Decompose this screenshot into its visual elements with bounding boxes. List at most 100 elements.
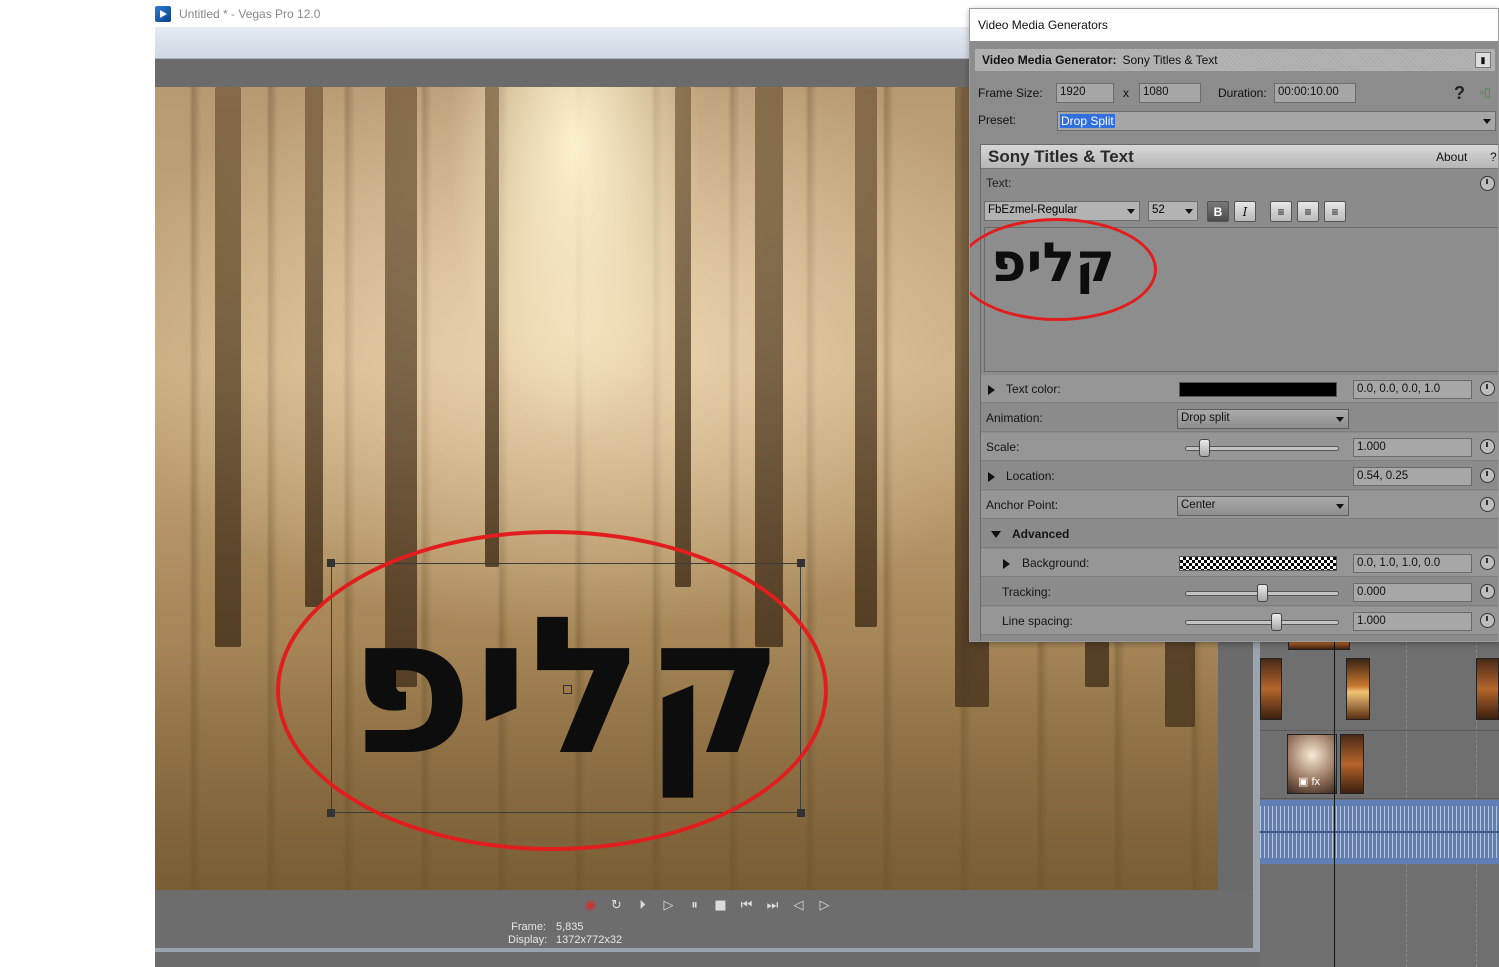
resize-handle-top-right[interactable] (797, 559, 805, 567)
align-right-button[interactable]: ≡ (1324, 201, 1346, 222)
frame-value: 5,835 (556, 921, 584, 933)
bottom-strip (155, 952, 1260, 967)
pause-button[interactable]: ⏸ (686, 896, 704, 914)
animate-clock-icon[interactable] (1480, 613, 1495, 628)
scale-value[interactable]: 1.000 (1353, 438, 1472, 457)
scale-row: Scale: 1.000 (981, 433, 1498, 461)
display-label: Display: (508, 934, 548, 946)
keyframe-animation-icon[interactable]: ▫▯ (1480, 85, 1491, 99)
animate-clock-icon[interactable] (1480, 381, 1495, 396)
play-from-start-button[interactable]: ⏵ (634, 896, 652, 914)
animate-clock-icon[interactable] (1480, 468, 1495, 483)
bold-button[interactable]: B (1207, 201, 1229, 222)
advanced-section-header[interactable]: Advanced (981, 520, 1498, 548)
align-left-button[interactable]: ≡ (1270, 201, 1292, 222)
video-media-generators-window: Video Media Generators Video Media Gener… (969, 8, 1499, 642)
animate-clock-icon[interactable] (1480, 555, 1495, 570)
line-spacing-slider-thumb[interactable] (1271, 613, 1282, 631)
play-button[interactable]: ▷ (660, 896, 678, 914)
timeline-clip[interactable] (1476, 658, 1499, 720)
pan-crop-icon[interactable]: ▣ fx (1298, 775, 1320, 788)
animation-label: Animation: (986, 411, 1043, 425)
timeline-area[interactable]: ▣ fx (1260, 640, 1499, 967)
generator-chain-button[interactable]: ▮ (1475, 52, 1491, 68)
audio-waveform-clip[interactable] (1260, 800, 1499, 864)
tracking-value[interactable]: 0.000 (1353, 583, 1472, 602)
chevron-down-icon[interactable] (1483, 119, 1491, 124)
expand-arrow-icon[interactable] (988, 385, 995, 395)
chevron-down-icon[interactable] (1336, 504, 1344, 509)
scale-slider[interactable] (1185, 439, 1339, 457)
tracking-slider[interactable] (1185, 584, 1339, 602)
expand-arrow-icon[interactable] (1003, 559, 1010, 569)
text-editor[interactable]: קליפ (970, 218, 1498, 372)
track-separator (1260, 730, 1499, 731)
line-spacing-row: Line spacing: 1.000 (981, 607, 1498, 635)
duration-input[interactable]: 00:00:10.00 (1274, 83, 1356, 103)
text-label: Text: (986, 176, 1012, 190)
previous-frame-button[interactable]: ◁ (790, 896, 808, 914)
animate-clock-icon[interactable] (1480, 439, 1495, 454)
align-center-button[interactable]: ≡ (1297, 201, 1319, 222)
loop-playback-button[interactable]: ↻ (608, 896, 626, 914)
timeline-clip[interactable]: ▣ fx (1287, 734, 1337, 794)
chevron-down-icon[interactable] (1336, 417, 1344, 422)
display-value: 1372x772x32 (556, 934, 623, 946)
go-to-start-button[interactable]: ⏮ (738, 896, 756, 914)
toolbar-strip (155, 27, 970, 59)
plugin-help-button[interactable]: ? (1490, 150, 1497, 164)
background-color-swatch[interactable] (1179, 556, 1337, 571)
timeline-cursor[interactable] (1334, 640, 1335, 967)
anchor-point-select[interactable]: Center (1177, 496, 1349, 516)
waveform-edge (1260, 800, 1499, 806)
frame-width-input[interactable]: 1920 (1056, 83, 1114, 103)
anchor-point-label: Anchor Point: (986, 498, 1059, 512)
text-color-row: Text color: 0.0, 0.0, 0.0, 1.0 (981, 375, 1498, 403)
line-spacing-value[interactable]: 1.000 (1353, 612, 1472, 631)
scale-slider-thumb[interactable] (1199, 439, 1210, 457)
expand-arrow-icon[interactable] (988, 472, 995, 482)
record-button[interactable]: ◉ (582, 896, 600, 914)
frame-size-separator: x (1123, 86, 1129, 100)
animate-clock-icon[interactable] (1480, 584, 1495, 599)
collapse-arrow-icon[interactable] (991, 531, 1001, 538)
location-value[interactable]: 0.54, 0.25 (1353, 467, 1472, 486)
titles-text-plugin: Sony Titles & Text About ? Text: FbEzmel… (970, 144, 1498, 641)
tree-trunk (675, 87, 691, 587)
stop-button[interactable]: ■ (712, 896, 730, 914)
italic-button[interactable]: I (1234, 201, 1256, 222)
timeline-clip[interactable] (1346, 658, 1370, 720)
font-size-value: 52 (1152, 204, 1165, 216)
resize-handle-bottom-right[interactable] (797, 809, 805, 817)
chevron-down-icon[interactable] (1127, 209, 1135, 214)
resize-handle-top-left[interactable] (327, 559, 335, 567)
animate-clock-icon[interactable] (1480, 176, 1495, 191)
waveform-center-line (1260, 831, 1499, 833)
text-color-swatch[interactable] (1179, 382, 1337, 397)
generator-window-title[interactable]: Video Media Generators (970, 9, 1498, 41)
go-to-end-button[interactable]: ⏭ (764, 896, 782, 914)
help-button[interactable]: ? (1454, 83, 1465, 104)
anchor-point-row: Anchor Point: Center (981, 491, 1498, 519)
preset-select[interactable]: Drop Split (1057, 111, 1496, 131)
animation-select[interactable]: Drop split (1177, 409, 1349, 429)
line-spacing-label: Line spacing: (1002, 614, 1073, 628)
preset-value[interactable]: Drop Split (1060, 114, 1115, 128)
generator-body: Video Media Generator: Sony Titles & Tex… (970, 41, 1498, 641)
next-frame-button[interactable]: ▷ (816, 896, 834, 914)
timeline-clip[interactable] (1340, 734, 1364, 794)
line-spacing-slider[interactable] (1185, 613, 1339, 631)
app-titlebar: Untitled * - Vegas Pro 12.0 (155, 0, 975, 27)
text-color-value[interactable]: 0.0, 0.0, 0.0, 1.0 (1353, 380, 1472, 399)
font-value: FbEzmel-Regular (988, 204, 1078, 216)
background-value[interactable]: 0.0, 1.0, 1.0, 0.0 (1353, 554, 1472, 573)
about-button[interactable]: About (1436, 150, 1467, 164)
resize-handle-bottom-left[interactable] (327, 809, 335, 817)
font-size-select[interactable]: 52 (1148, 201, 1198, 221)
tracking-slider-thumb[interactable] (1257, 584, 1268, 602)
chevron-down-icon[interactable] (1185, 209, 1193, 214)
animate-clock-icon[interactable] (1480, 497, 1495, 512)
preview-status-bar: Frame: 5,835 Display: 1372x772x32 (155, 920, 1253, 948)
timeline-clip[interactable] (1260, 658, 1282, 720)
frame-height-input[interactable]: 1080 (1139, 83, 1201, 103)
